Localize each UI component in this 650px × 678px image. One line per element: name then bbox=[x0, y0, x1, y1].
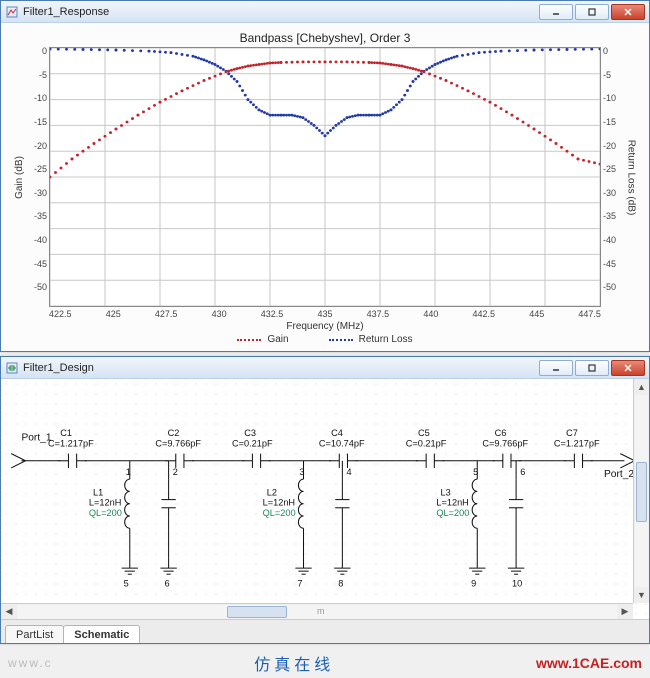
design-window: Filter1_Design Port_1 Port_2 C1C=1.217pF… bbox=[0, 356, 650, 644]
close-button[interactable] bbox=[611, 4, 645, 20]
node-7: 7 bbox=[297, 578, 302, 588]
maximize-button[interactable] bbox=[575, 360, 609, 376]
cap-c3-value: C=0.21pF bbox=[232, 438, 273, 448]
response-titlebar[interactable]: Filter1_Response bbox=[1, 1, 649, 23]
horizontal-scroll-thumb[interactable] bbox=[227, 606, 287, 618]
ind-l1-value: L=12nH bbox=[89, 498, 121, 508]
chart-area: Bandpass [Chebyshev], Order 3 Gain (dB) … bbox=[1, 23, 649, 351]
cap-c4-value: C=10.74pF bbox=[319, 438, 365, 448]
scroll-right-arrow-icon[interactable]: ▶ bbox=[617, 604, 633, 620]
ind-l2-value: L=12nH bbox=[263, 498, 295, 508]
schematic-window-icon bbox=[5, 361, 19, 375]
vertical-scroll-thumb[interactable] bbox=[636, 462, 647, 522]
cap-c4-name: C4 bbox=[331, 428, 343, 438]
node-5: 5 bbox=[124, 578, 129, 588]
ind-l3-name: L3 bbox=[440, 488, 450, 498]
legend-gain: Gain bbox=[237, 334, 288, 345]
close-button[interactable] bbox=[611, 360, 645, 376]
vertical-scrollbar[interactable]: ▲ ▼ bbox=[633, 379, 649, 603]
cap-c5-value: C=0.21pF bbox=[406, 438, 447, 448]
design-tabs: PartList Schematic bbox=[1, 619, 649, 643]
cap-c7-value: C=1.217pF bbox=[554, 438, 600, 448]
response-window-title: Filter1_Response bbox=[23, 6, 539, 18]
cap-c3-name: C3 bbox=[244, 428, 256, 438]
node-2: 2 bbox=[173, 467, 178, 477]
ind-l3-ql: QL=200 bbox=[436, 508, 469, 518]
x-axis-label: Frequency (MHz) bbox=[11, 321, 639, 332]
scroll-marker: m bbox=[317, 606, 325, 616]
cap-c1-value: C=1.217pF bbox=[48, 438, 94, 448]
tab-partlist[interactable]: PartList bbox=[5, 625, 64, 643]
cap-c6-value: C=9.766pF bbox=[482, 438, 528, 448]
node-8: 8 bbox=[338, 578, 343, 588]
schematic-svg: Port_1 Port_2 C1C=1.217pFC2C=9.766pFC3C=… bbox=[1, 379, 649, 608]
cap-c6-name: C6 bbox=[495, 428, 507, 438]
ind-l3-value: L=12nH bbox=[436, 498, 468, 508]
node-10: 10 bbox=[512, 578, 522, 588]
response-window: Filter1_Response Bandpass [Chebyshev], O… bbox=[0, 0, 650, 352]
legend-return-loss: Return Loss bbox=[329, 334, 413, 345]
scroll-up-arrow-icon[interactable]: ▲ bbox=[634, 379, 649, 395]
plot-canvas[interactable] bbox=[49, 47, 601, 307]
minimize-button[interactable] bbox=[539, 360, 573, 376]
horizontal-scrollbar[interactable]: ◀ m ▶ bbox=[1, 603, 633, 619]
footer-left: www.c bbox=[8, 656, 53, 670]
node-6: 6 bbox=[520, 467, 525, 477]
tab-schematic[interactable]: Schematic bbox=[63, 625, 140, 643]
design-window-title: Filter1_Design bbox=[23, 362, 539, 374]
cap-c5-name: C5 bbox=[418, 428, 430, 438]
y-axis-right-ticks: 0-5-10-15-20-25-30-35-40-45-50 bbox=[601, 47, 623, 307]
scroll-left-arrow-icon[interactable]: ◀ bbox=[1, 604, 17, 620]
footer-right: www.1CAE.com bbox=[536, 655, 642, 671]
maximize-button[interactable] bbox=[575, 4, 609, 20]
design-titlebar[interactable]: Filter1_Design bbox=[1, 357, 649, 379]
chart-legend: Gain Return Loss bbox=[11, 334, 639, 345]
node-4: 4 bbox=[346, 467, 351, 477]
port2-label: Port_2 bbox=[604, 469, 634, 480]
scroll-down-arrow-icon[interactable]: ▼ bbox=[634, 587, 649, 603]
cap-c1-name: C1 bbox=[60, 428, 72, 438]
cap-c7-name: C7 bbox=[566, 428, 578, 438]
chart-window-icon bbox=[5, 5, 19, 19]
ind-l2-ql: QL=200 bbox=[263, 508, 296, 518]
ind-l1-ql: QL=200 bbox=[89, 508, 122, 518]
cap-c2-name: C2 bbox=[168, 428, 180, 438]
schematic-canvas[interactable]: Port_1 Port_2 C1C=1.217pFC2C=9.766pFC3C=… bbox=[1, 379, 649, 619]
cap-c2-value: C=9.766pF bbox=[155, 438, 201, 448]
ind-l1-name: L1 bbox=[93, 488, 103, 498]
node-9: 9 bbox=[471, 578, 476, 588]
y-axis-right-label: Return Loss (dB) bbox=[623, 47, 639, 307]
x-axis-ticks: 422.5425427.5430432.5435437.5440442.5445… bbox=[49, 309, 601, 319]
y-axis-left-label: Gain (dB) bbox=[11, 47, 27, 307]
footer-center: 仿真在线 bbox=[254, 651, 334, 675]
y-axis-left-ticks: 0-5-10-15-20-25-30-35-40-45-50 bbox=[27, 47, 49, 307]
minimize-button[interactable] bbox=[539, 4, 573, 20]
chart-title: Bandpass [Chebyshev], Order 3 bbox=[11, 31, 639, 45]
ind-l2-name: L2 bbox=[267, 488, 277, 498]
node-6: 6 bbox=[165, 578, 170, 588]
